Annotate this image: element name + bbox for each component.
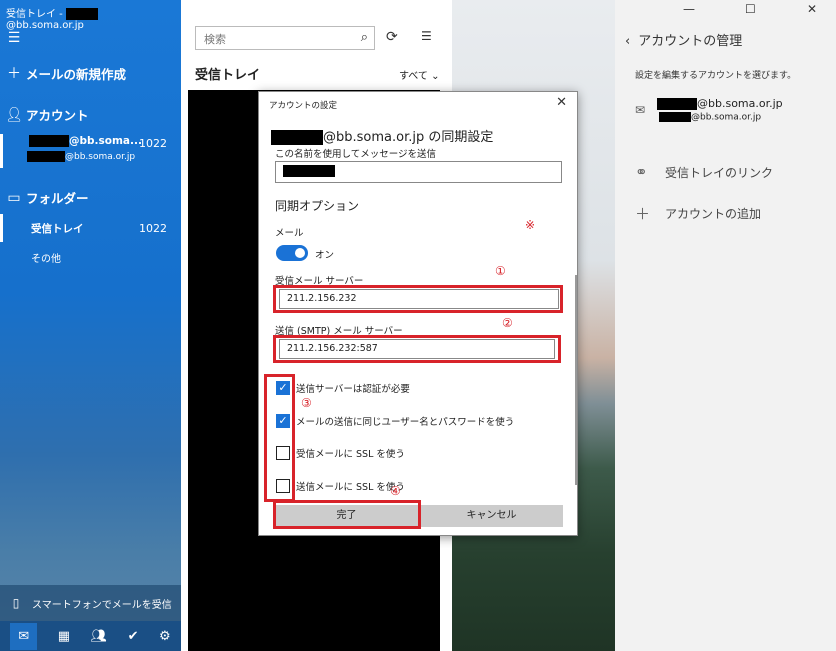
callout-4: ④: [390, 484, 401, 498]
plus-icon: ＋: [635, 205, 651, 223]
settings-icon[interactable]: ⚙: [159, 629, 171, 644]
dialog-header: アカウントの設定: [269, 101, 338, 111]
minimize-button[interactable]: —: [683, 2, 695, 16]
note-mark: ※: [525, 218, 536, 232]
selection-mode-icon[interactable]: ☰: [421, 29, 432, 43]
toggle-state-label: オン: [315, 250, 335, 261]
page-title: 受信トレイ: [195, 68, 261, 83]
add-account-button[interactable]: ＋ アカウントの追加: [635, 203, 761, 224]
phone-icon: ▯: [12, 596, 20, 610]
calendar-icon[interactable]: ▦: [58, 629, 70, 644]
navigation-sidebar: 受信トレイ - @bb.soma.or.jp ☰ ＋ メールの新規作成 👤︎ ア…: [0, 0, 181, 651]
new-mail-button[interactable]: ＋ メールの新規作成: [0, 63, 181, 83]
person-icon: 👤︎: [5, 106, 23, 123]
manage-accounts-panel: — ☐ ✕ ‹ アカウントの管理 設定を編集するアカウントを選びます。 ✉ @bb…: [615, 0, 836, 651]
redacted-display-name: [283, 165, 335, 177]
cancel-button[interactable]: キャンセル: [420, 505, 563, 527]
callout-1: ①: [495, 264, 506, 278]
account-unread-count: 1022: [139, 137, 167, 150]
new-mail-label: メールの新規作成: [26, 66, 127, 82]
inbox-unread-count: 1022: [139, 222, 167, 235]
account-item[interactable]: @bb.soma... 1022 @bb.soma.or.jp: [0, 134, 181, 168]
panel-title: ‹ アカウントの管理: [625, 34, 743, 49]
callout-3: ③: [301, 396, 312, 410]
mail-sync-toggle[interactable]: [276, 245, 308, 261]
sync-icon[interactable]: ⟳: [386, 29, 398, 45]
close-window-button[interactable]: ✕: [807, 2, 817, 16]
redacted-username: [65, 8, 98, 20]
redacted-account-name: [29, 135, 69, 147]
redacted-account-email: [659, 112, 691, 122]
filter-dropdown[interactable]: すべて ⌄: [399, 67, 439, 82]
callout-2: ②: [502, 316, 513, 330]
close-icon[interactable]: ✕: [556, 95, 567, 110]
send-name-field[interactable]: [275, 161, 562, 183]
link-inboxes-button[interactable]: ⚭ 受信トレイのリンク: [635, 163, 773, 181]
highlight-box-4: [273, 500, 421, 529]
sidebar-item-inbox[interactable]: 受信トレイ 1022: [0, 214, 181, 242]
app-switcher-bar: ✉ ▦ 👥︎ ✔ ⚙: [0, 621, 181, 651]
hamburger-icon: ☰: [7, 30, 21, 46]
accounts-heading[interactable]: 👤︎ アカウント: [0, 105, 181, 124]
send-name-label: この名前を使用してメッセージを送信: [275, 149, 437, 160]
checkbox-label: メールの送信に同じユーザー名とパスワードを使う: [296, 417, 515, 428]
highlight-box-2: [273, 335, 561, 363]
mail-label: メール: [275, 228, 304, 239]
hamburger-menu-button[interactable]: ☰: [0, 30, 181, 46]
checkbox-label: 送信サーバーは認証が必要: [296, 384, 410, 395]
chevron-down-icon: ⌄: [431, 71, 440, 82]
link-icon: ⚭: [635, 163, 648, 181]
redacted-account-email: [27, 151, 65, 162]
maximize-button[interactable]: ☐: [745, 2, 756, 16]
redacted-account-name: [657, 98, 697, 110]
account-settings-dialog: アカウントの設定 ✕ @bb.soma.or.jp の同期設定 この名前を使用し…: [258, 91, 578, 536]
sidebar-item-other[interactable]: その他: [0, 250, 181, 265]
checkbox-label: 送信メールに SSL を使う: [296, 482, 405, 493]
search-icon[interactable]: ⌕: [361, 30, 368, 45]
todo-icon[interactable]: ✔: [128, 629, 139, 644]
scrollbar[interactable]: [575, 275, 577, 485]
people-icon[interactable]: 👥︎: [91, 629, 108, 644]
folders-heading[interactable]: ▭ フォルダー: [0, 188, 181, 207]
sync-options-heading: 同期オプション: [275, 199, 360, 213]
dialog-title: @bb.soma.or.jp の同期設定: [271, 126, 493, 145]
mail-icon: ✉: [635, 103, 646, 117]
plus-icon: ＋: [7, 66, 21, 82]
phone-link-button[interactable]: ▯ スマートフォンでメールを受信: [0, 585, 181, 621]
folder-icon: ▭: [7, 189, 21, 206]
window-title: 受信トレイ - @bb.soma.or.jp: [0, 0, 181, 31]
chevron-left-icon[interactable]: ‹: [625, 34, 630, 49]
checkbox-label: 受信メールに SSL を使う: [296, 449, 405, 460]
highlight-box-3: [264, 374, 295, 502]
redacted-account-name: [271, 130, 323, 145]
search-input[interactable]: 検索 ⌕: [195, 26, 375, 50]
highlight-box-1: [273, 285, 563, 313]
mail-icon[interactable]: ✉: [10, 622, 38, 650]
panel-description: 設定を編集するアカウントを選びます。: [635, 71, 797, 81]
